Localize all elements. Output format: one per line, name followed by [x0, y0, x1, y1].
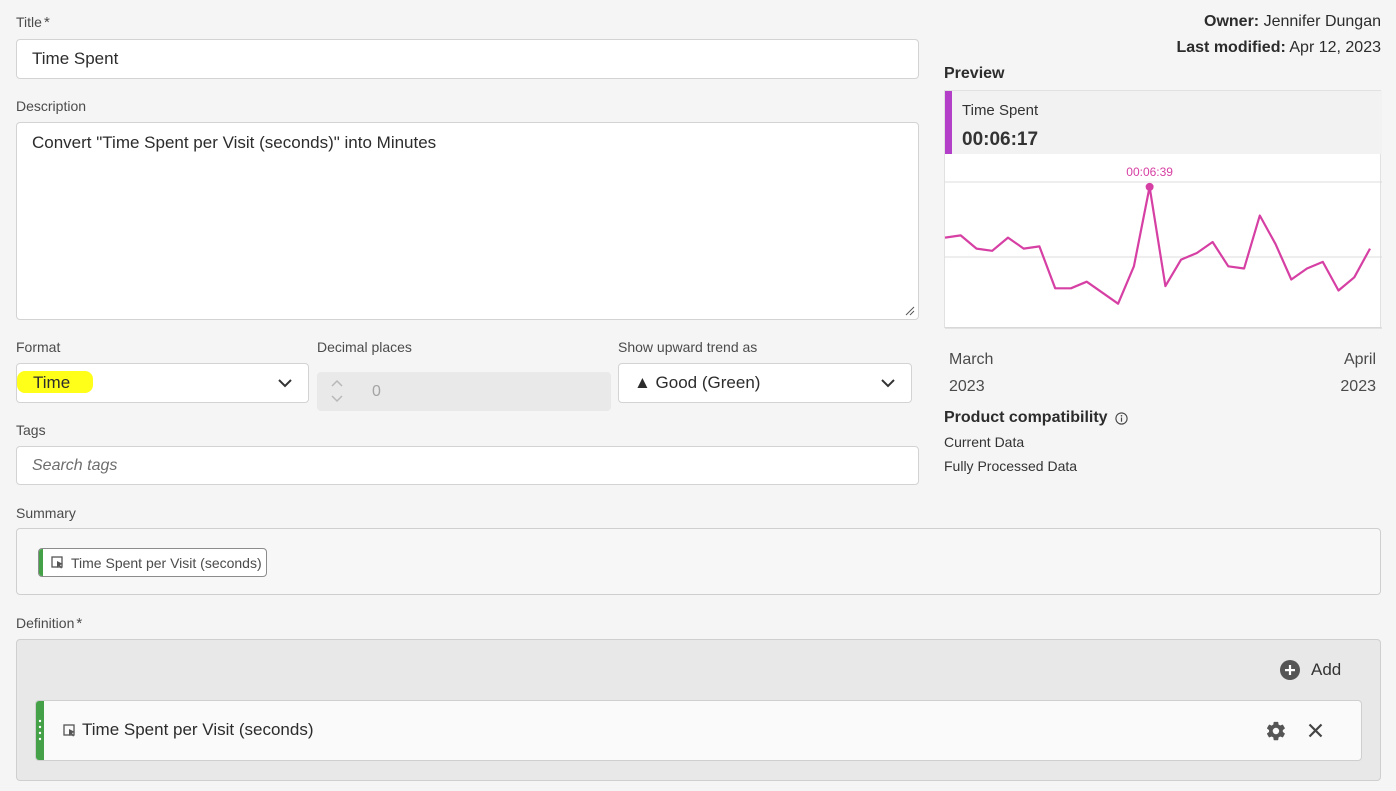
modified-line: Last modified: Apr 12, 2023	[1176, 39, 1381, 57]
description-value: Convert "Time Spent per Visit (seconds)"…	[32, 133, 437, 152]
compat-item-processed: Fully Processed Data	[944, 458, 1078, 474]
summary-chip-label: Time Spent per Visit (seconds)	[71, 554, 262, 571]
tags-search-input[interactable]: Search tags	[16, 446, 919, 485]
drag-handle-icon	[38, 719, 42, 741]
x-axis-end-month: April	[1343, 351, 1376, 368]
preview-metric-name: Time Spent	[962, 102, 1039, 119]
metric-icon	[63, 724, 75, 737]
tags-label: Tags	[16, 422, 46, 438]
sparkline-series	[945, 185, 1371, 305]
summary-label: Summary	[16, 505, 76, 521]
owner-line: Owner: Jennifer Dungan	[1204, 13, 1381, 31]
format-select[interactable]: Time	[16, 363, 309, 403]
chevron-down-icon	[278, 379, 292, 388]
x-axis-start-year: 2023	[949, 378, 985, 395]
decimal-label: Decimal places	[317, 339, 412, 355]
chevron-down-icon	[881, 379, 895, 388]
title-input-value: Time Spent	[32, 49, 119, 68]
decimal-stepper: 0	[317, 372, 611, 411]
definition-label: Definition *	[16, 615, 83, 632]
definition-metric-row[interactable]: Time Spent per Visit (seconds)	[35, 700, 1362, 761]
x-axis-end-year: 2023	[1340, 378, 1376, 395]
modified-label: Last modified:	[1176, 39, 1286, 56]
owner-value: Jennifer Dungan	[1263, 13, 1381, 30]
add-circle-icon	[1280, 660, 1300, 680]
preview-metric-value: 00:06:17	[962, 129, 1039, 150]
owner-label: Owner:	[1204, 13, 1260, 30]
preview-card: Time Spent 00:06:17 00:06:39	[944, 90, 1382, 329]
metric-icon	[51, 556, 63, 569]
title-label: Title *	[16, 14, 50, 31]
definition-item-label: Time Spent per Visit (seconds)	[82, 720, 314, 739]
stepper-arrows-icon	[331, 379, 343, 403]
required-mark: *	[43, 14, 50, 31]
compat-title: Product compatibility	[944, 409, 1108, 426]
gear-icon[interactable]	[1265, 720, 1287, 742]
peak-point[interactable]	[1145, 182, 1154, 191]
description-label: Description	[16, 98, 87, 114]
required-mark: *	[76, 615, 83, 632]
summary-metric-chip[interactable]: Time Spent per Visit (seconds)	[38, 548, 267, 577]
trend-select-value: ▲ Good (Green)	[634, 373, 761, 392]
drag-handle[interactable]	[36, 701, 44, 760]
compat-item-current: Current Data	[944, 434, 1025, 450]
add-label: Add	[1311, 660, 1342, 679]
resize-grip-icon[interactable]	[905, 306, 915, 316]
tags-placeholder: Search tags	[32, 456, 118, 474]
format-label: Format	[16, 339, 61, 355]
sparkline-chart: 00:06:39	[945, 165, 1382, 329]
trend-label: Show upward trend as	[618, 339, 758, 355]
decimal-value: 0	[372, 382, 381, 400]
title-input[interactable]: Time Spent	[16, 39, 919, 79]
description-textarea[interactable]: Convert "Time Spent per Visit (seconds)"…	[16, 122, 919, 320]
product-compatibility: Product compatibility	[944, 409, 1128, 427]
peak-label: 00:06:39	[1126, 165, 1173, 179]
chip-accent	[39, 549, 43, 576]
x-axis-start-month: March	[949, 351, 994, 368]
trend-select[interactable]: ▲ Good (Green)	[618, 363, 912, 403]
info-icon[interactable]	[1114, 411, 1128, 425]
format-select-value: Time	[33, 373, 71, 392]
preview-label: Preview	[944, 65, 1005, 82]
preview-accent	[945, 91, 952, 154]
modified-value: Apr 12, 2023	[1289, 39, 1381, 56]
close-icon[interactable]	[1308, 723, 1323, 738]
add-button[interactable]: Add	[1280, 659, 1341, 681]
